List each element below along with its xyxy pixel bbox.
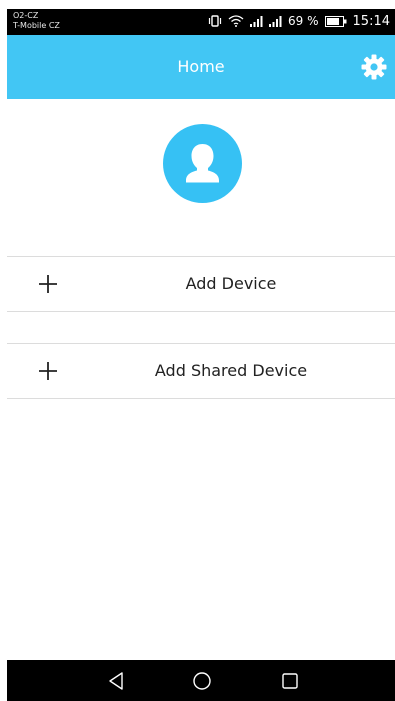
navigation-bar: [7, 660, 395, 701]
signal-icon: [250, 15, 263, 27]
carrier-info: O2-CZ T-Mobile CZ: [13, 11, 60, 31]
avatar[interactable]: [163, 124, 242, 203]
page-title: Home: [177, 57, 225, 76]
carrier-primary: O2-CZ: [13, 11, 39, 20]
vibrate-icon: [208, 15, 222, 27]
app-header: Home: [7, 35, 395, 99]
add-shared-device-button[interactable]: Add Shared Device: [7, 343, 395, 399]
wifi-icon: [228, 15, 244, 27]
user-icon: [186, 144, 219, 183]
add-device-label: Add Device: [185, 274, 277, 293]
add-shared-device-label: Add Shared Device: [154, 361, 308, 380]
add-device-button[interactable]: Add Device: [7, 256, 395, 312]
plus-icon: [39, 362, 57, 380]
clock: 15:14: [352, 13, 390, 29]
gear-icon[interactable]: [360, 53, 388, 81]
status-bar: O2-CZ T-Mobile CZ 69 % 15:14: [7, 9, 395, 35]
back-icon[interactable]: [105, 670, 127, 692]
carrier-secondary: T-Mobile CZ: [13, 21, 60, 30]
plus-icon: [39, 275, 57, 293]
home-icon[interactable]: [191, 670, 213, 692]
recent-apps-icon[interactable]: [279, 670, 301, 692]
battery-percent: 69 %: [288, 14, 319, 28]
status-icons: 69 % 15:14: [208, 13, 390, 29]
battery-icon: [324, 15, 347, 27]
signal-icon: [269, 15, 282, 27]
